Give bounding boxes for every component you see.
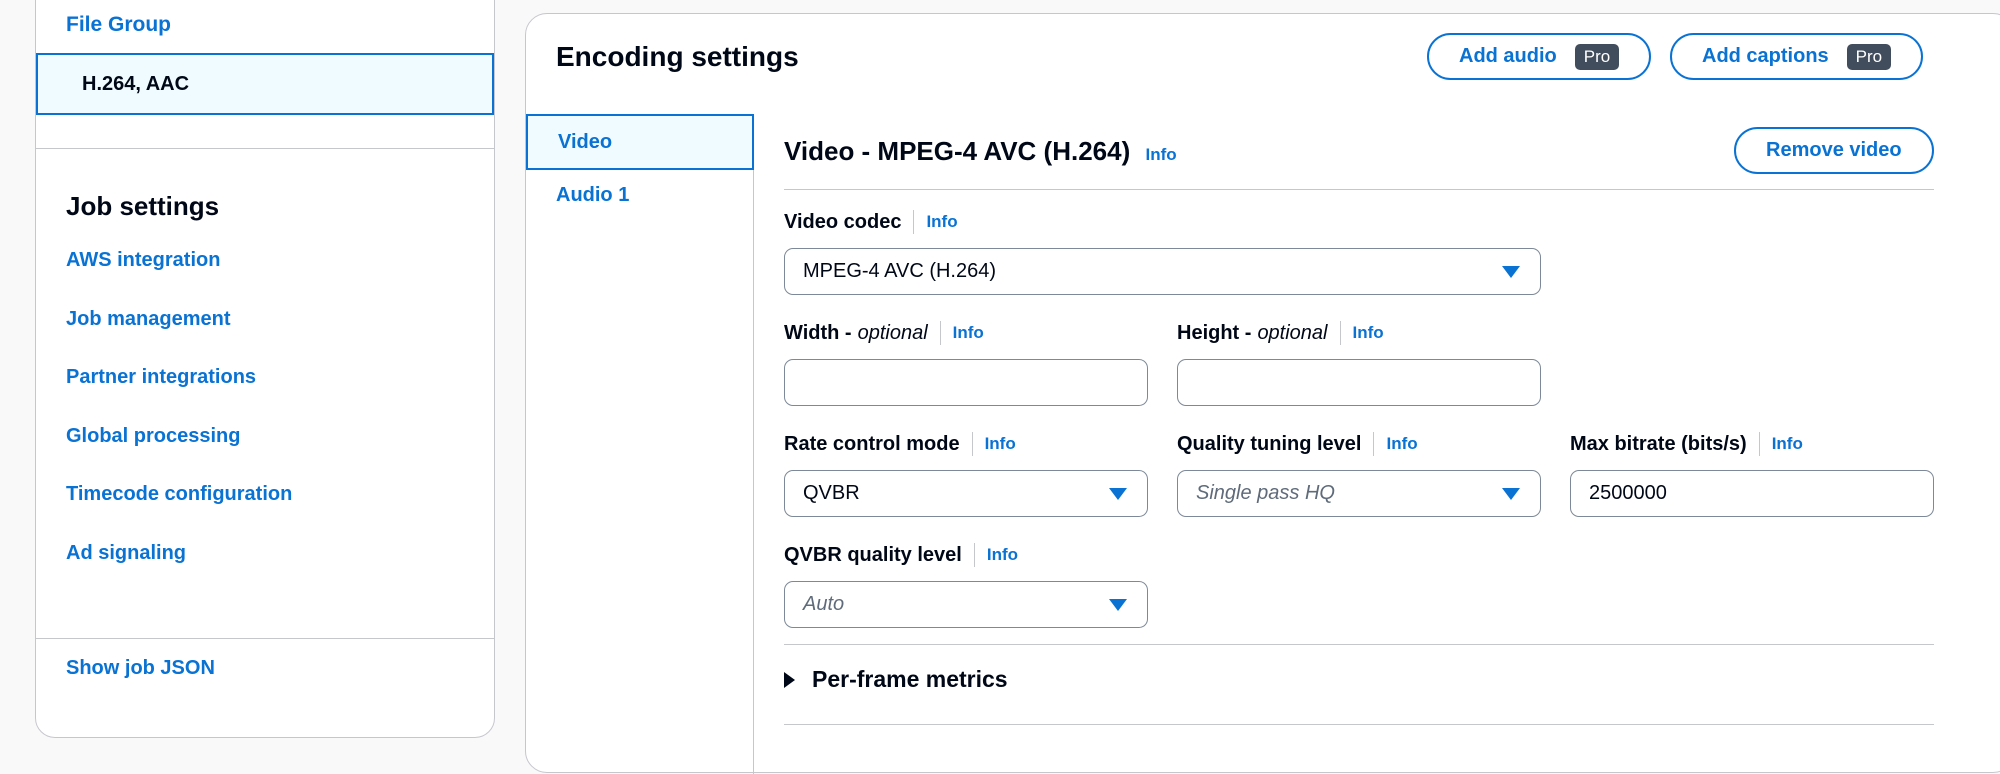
- add-captions-label: Add captions: [1702, 45, 1829, 67]
- nav-job-management[interactable]: Job management: [66, 300, 292, 359]
- width-info-link[interactable]: Info: [939, 321, 984, 345]
- quality-tuning-field: Quality tuning level Info Single pass HQ: [1177, 430, 1541, 520]
- width-input[interactable]: [784, 359, 1148, 406]
- qvbr-quality-info-link[interactable]: Info: [973, 543, 1018, 567]
- caret-down-icon: [1109, 488, 1127, 500]
- nav-ad-signaling[interactable]: Ad signaling: [66, 534, 292, 593]
- video-codec-label: Video codec: [784, 210, 902, 233]
- rate-control-select[interactable]: QVBR: [784, 470, 1148, 517]
- section-divider: [784, 724, 1934, 725]
- quality-tuning-select[interactable]: Single pass HQ: [1177, 470, 1541, 517]
- output-item-selected[interactable]: H.264, AAC: [36, 53, 494, 115]
- max-bitrate-input[interactable]: 2500000: [1570, 470, 1934, 517]
- caret-down-icon: [1502, 488, 1520, 500]
- qvbr-quality-label: QVBR quality level: [784, 543, 962, 566]
- quality-tuning-info-link[interactable]: Info: [1373, 432, 1418, 456]
- height-field: Height - optional Info: [1177, 319, 1541, 409]
- rate-control-field: Rate control mode Info QVBR: [784, 430, 1148, 520]
- encoding-settings-title: Encoding settings: [556, 41, 799, 72]
- remove-video-button[interactable]: Remove video: [1734, 127, 1934, 174]
- per-frame-metrics-label: Per-frame metrics: [812, 666, 1008, 692]
- rate-control-info-link[interactable]: Info: [971, 432, 1016, 456]
- max-bitrate-label: Max bitrate (bits/s): [1570, 432, 1747, 455]
- per-frame-metrics-expander[interactable]: Per-frame metrics: [784, 666, 1008, 693]
- caret-down-icon: [1502, 266, 1520, 278]
- nav-partner-integrations[interactable]: Partner integrations: [66, 358, 292, 417]
- height-label: Height -: [1177, 321, 1252, 344]
- file-group-link[interactable]: File Group: [66, 13, 171, 37]
- tab-audio-1[interactable]: Audio 1: [556, 184, 629, 207]
- max-bitrate-info-link[interactable]: Info: [1758, 432, 1803, 456]
- caret-down-icon: [1109, 599, 1127, 611]
- nav-timecode-configuration[interactable]: Timecode configuration: [66, 475, 292, 534]
- sidebar-divider-bottom: [36, 638, 494, 639]
- video-section-title: Video - MPEG-4 AVC (H.264) Info: [784, 136, 1177, 167]
- width-label: Width -: [784, 321, 852, 344]
- caret-right-icon: [784, 671, 795, 688]
- video-codec-value: MPEG-4 AVC (H.264): [803, 260, 997, 282]
- add-captions-button[interactable]: Add captions Pro: [1670, 33, 1924, 80]
- video-codec-info-link[interactable]: Info: [913, 210, 958, 234]
- width-field: Width - optional Info: [784, 319, 1148, 409]
- tab-video[interactable]: Video: [526, 114, 754, 170]
- rate-control-label: Rate control mode: [784, 432, 960, 455]
- job-settings-nav: AWS integration Job management Partner i…: [66, 241, 292, 592]
- height-optional-label: optional: [1257, 321, 1328, 344]
- rate-control-value: QVBR: [803, 482, 860, 504]
- max-bitrate-field: Max bitrate (bits/s) Info 2500000: [1570, 430, 1934, 520]
- section-divider: [784, 644, 1934, 645]
- encoding-settings-panel: Encoding settings Add audio Pro Add capt…: [525, 13, 2000, 774]
- video-title-text: Video - MPEG-4 AVC (H.264): [784, 136, 1131, 166]
- video-info-link[interactable]: Info: [1146, 145, 1177, 164]
- nav-aws-integration[interactable]: AWS integration: [66, 241, 292, 300]
- section-divider: [784, 189, 1934, 190]
- height-input[interactable]: [1177, 359, 1541, 406]
- qvbr-quality-field: QVBR quality level Info Auto: [784, 541, 1148, 631]
- pro-badge: Pro: [1574, 43, 1620, 70]
- add-audio-button[interactable]: Add audio Pro: [1427, 33, 1652, 80]
- width-optional-label: optional: [857, 321, 928, 344]
- sidebar-divider: [36, 148, 494, 149]
- quality-tuning-placeholder: Single pass HQ: [1196, 482, 1335, 504]
- pro-badge: Pro: [1846, 43, 1892, 70]
- show-job-json-link[interactable]: Show job JSON: [66, 657, 215, 680]
- video-codec-select[interactable]: MPEG-4 AVC (H.264): [784, 248, 1541, 295]
- video-codec-field: Video codec Info MPEG-4 AVC (H.264): [784, 208, 1541, 298]
- job-sidebar: File Group H.264, AAC Job settings AWS i…: [35, 0, 495, 738]
- quality-tuning-label: Quality tuning level: [1177, 432, 1362, 455]
- add-audio-label: Add audio: [1459, 45, 1557, 67]
- job-settings-heading: Job settings: [66, 191, 220, 221]
- height-info-link[interactable]: Info: [1339, 321, 1384, 345]
- nav-global-processing[interactable]: Global processing: [66, 417, 292, 476]
- qvbr-quality-placeholder: Auto: [803, 593, 845, 615]
- encoding-tabs: Video Audio 1: [526, 114, 754, 774]
- qvbr-quality-select[interactable]: Auto: [784, 581, 1148, 628]
